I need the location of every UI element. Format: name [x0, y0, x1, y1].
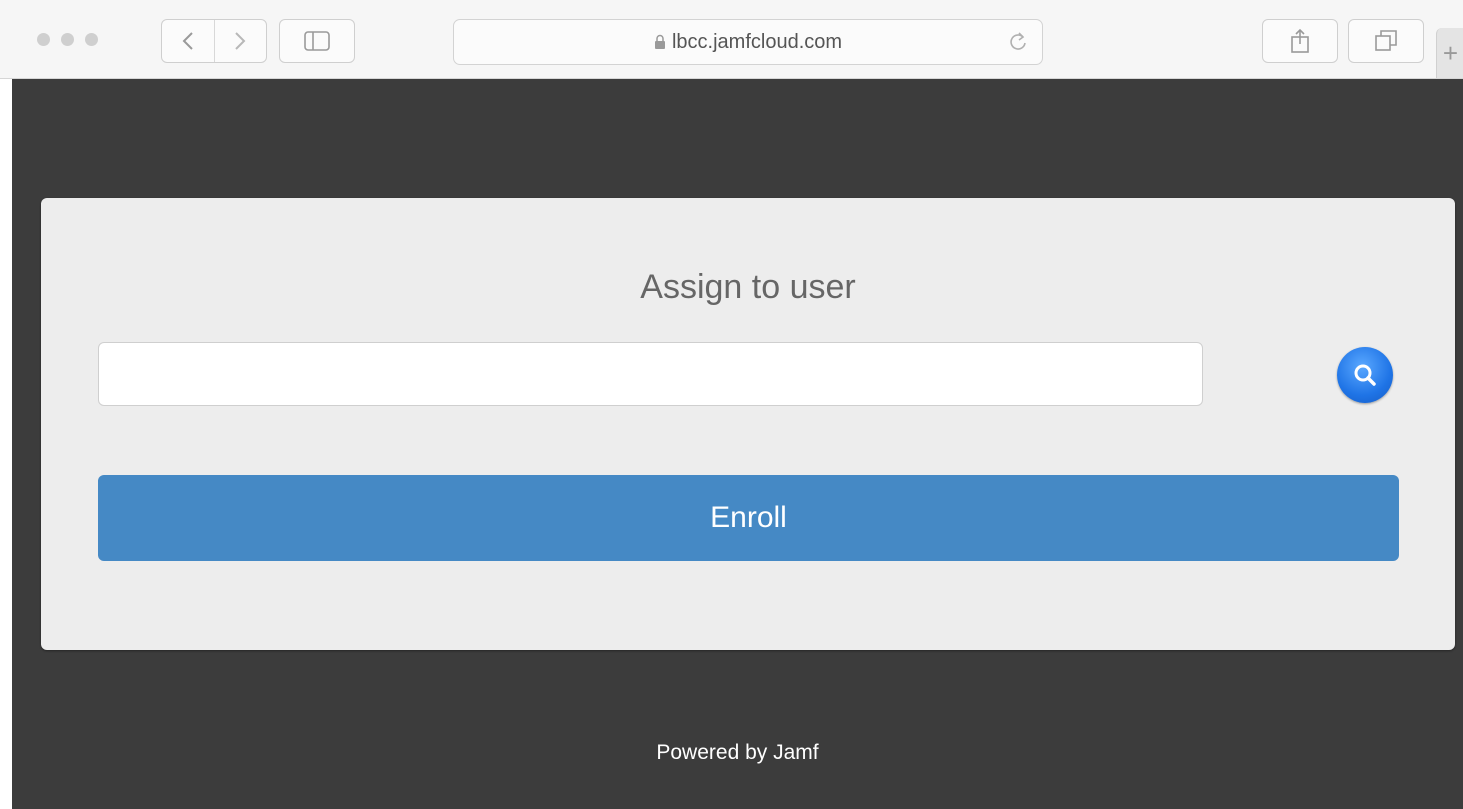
- new-tab-button[interactable]: +: [1436, 28, 1463, 78]
- reload-icon[interactable]: [1008, 31, 1028, 53]
- minimize-window-dot[interactable]: [61, 33, 74, 46]
- zoom-window-dot[interactable]: [85, 33, 98, 46]
- share-icon: [1291, 28, 1309, 53]
- address-bar[interactable]: lbcc.jamfcloud.com: [453, 19, 1043, 65]
- chevron-left-icon: [182, 32, 193, 50]
- user-search-button[interactable]: [1337, 347, 1393, 403]
- back-forward-group: [161, 19, 267, 63]
- chevron-right-icon: [235, 32, 246, 50]
- enrollment-card: Assign to user Enroll: [41, 198, 1455, 650]
- back-button[interactable]: [162, 20, 214, 62]
- close-window-dot[interactable]: [37, 33, 50, 46]
- enroll-button[interactable]: Enroll: [98, 475, 1399, 561]
- powered-by-footer: Powered by Jamf: [656, 741, 819, 764]
- plus-icon: +: [1442, 38, 1459, 68]
- sidebar-icon: [304, 31, 330, 51]
- page-title: Assign to user: [640, 268, 856, 306]
- tabs-overview-button[interactable]: [1348, 19, 1424, 63]
- share-button[interactable]: [1262, 19, 1338, 63]
- page-content: Assign to user Enroll Powered by Jamf: [12, 79, 1463, 809]
- enroll-button-label: Enroll: [710, 501, 787, 534]
- tabs-icon: [1375, 30, 1397, 51]
- assign-user-input[interactable]: [98, 342, 1203, 406]
- forward-button[interactable]: [213, 20, 267, 62]
- magnifier-icon: [1354, 364, 1376, 386]
- address-url: lbcc.jamfcloud.com: [671, 30, 843, 53]
- browser-toolbar: lbcc.jamfcloud.com +: [0, 0, 1463, 79]
- lock-icon: [654, 34, 665, 49]
- sidebar-button[interactable]: [279, 19, 355, 63]
